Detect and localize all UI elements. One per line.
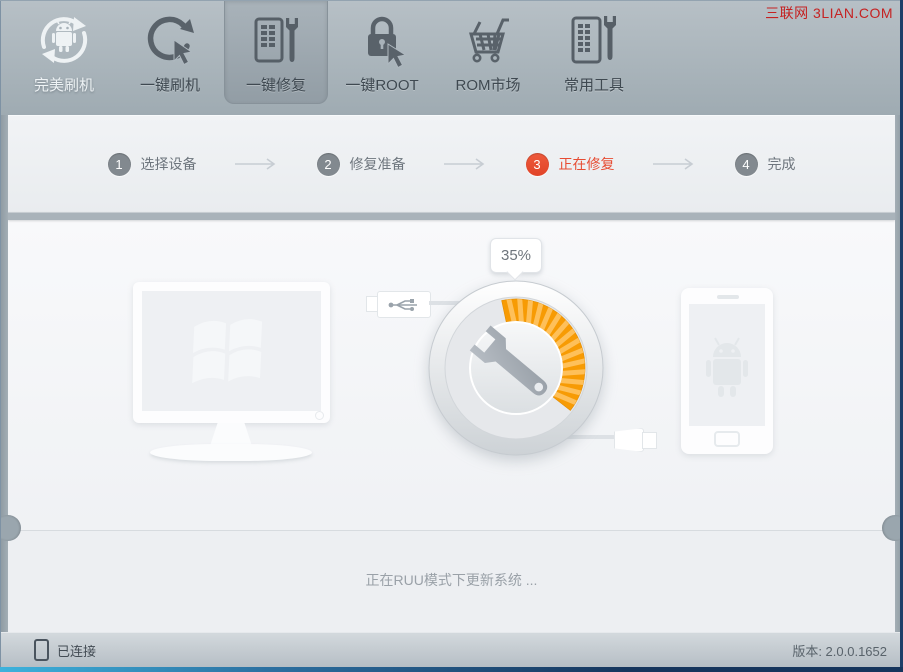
android-phone-illustration — [681, 288, 773, 454]
watermark: 三联网 3LIAN.COM — [765, 5, 893, 21]
section-separator — [8, 212, 895, 220]
phone-screen — [689, 304, 765, 426]
flash-refresh-cursor-icon — [147, 16, 194, 66]
step-select-device: 1 选择设备 — [107, 152, 197, 176]
main-content: 35% 正在RUU模式下更新系统 ... — [0, 220, 903, 633]
toolbar-item-label: 完美刷机 — [33, 77, 94, 94]
computer-monitor-illustration — [133, 282, 330, 423]
toolbar-item-label: 一键ROOT — [345, 77, 419, 94]
version-label: 版本: 2.0.0.1652 — [792, 643, 887, 659]
toolbar-item-one-key-flash[interactable]: 一键刷机 — [118, 0, 222, 115]
usb-trident-icon — [388, 298, 417, 311]
monitor-power-light — [315, 411, 324, 420]
window-left-border — [0, 115, 8, 667]
step-label: 完成 — [767, 156, 796, 172]
step-repair-prepare: 2 修复准备 — [316, 152, 406, 176]
step-number-badge: 4 — [734, 152, 758, 176]
monitor-stand — [210, 423, 252, 446]
step-number-badge: 2 — [316, 152, 340, 176]
toolbar-item-label: 一键修复 — [245, 77, 306, 94]
phone-wrench-repair-icon — [254, 17, 298, 63]
toolbar-item-rom-market[interactable]: ROM市场 — [436, 0, 540, 115]
connection-status-label: 已连接 — [57, 643, 97, 659]
monitor-screen — [142, 291, 321, 411]
toolbar-item-label: 常用工具 — [563, 77, 624, 94]
toolbar-item-home[interactable]: 完美刷机 — [12, 0, 116, 115]
micro-usb-plug-body — [614, 428, 644, 452]
shopping-cart-icon — [469, 18, 509, 63]
phone-wrench-tools-icon — [571, 16, 616, 64]
toolbar-item-label: ROM市场 — [455, 77, 521, 94]
status-bar: 已连接 版本: 2.0.0.1652 — [0, 632, 903, 667]
step-label: 修复准备 — [349, 156, 406, 172]
step-repairing: 3 正在修复 — [525, 152, 615, 176]
android-refresh-logo-icon — [40, 17, 88, 63]
step-arrow-icon — [234, 158, 275, 170]
step-number-badge: 3 — [525, 152, 549, 176]
status-message: 正在RUU模式下更新系统 ... — [365, 572, 538, 588]
toolbar-item-label: 一键刷机 — [139, 77, 200, 94]
phone-connected-icon — [34, 639, 49, 661]
window-frame-edge — [0, 667, 903, 672]
step-arrow-icon — [443, 158, 484, 170]
step-finish: 4 完成 — [734, 152, 796, 176]
progress-percent-label: 35% — [500, 247, 532, 264]
app-window: 完美刷机 一键刷机 一键修复 一键ROOT ROM市场 常用工具 三联网 3LI… — [0, 0, 903, 672]
progress-tooltip: 35% — [490, 238, 542, 273]
window-frame-edge — [0, 0, 903, 1]
phone-home-button — [714, 431, 740, 447]
step-label: 正在修复 — [558, 156, 615, 172]
monitor-base — [150, 444, 312, 461]
step-label: 选择设备 — [140, 156, 197, 172]
toolbar-item-one-key-repair[interactable]: 一键修复 — [224, 0, 328, 104]
repair-progress-dial — [426, 278, 606, 458]
micro-usb-plug-tip — [642, 432, 657, 449]
window-frame-edge — [0, 0, 1, 672]
windows-logo-icon — [192, 319, 263, 384]
step-indicator: 1 选择设备 2 修复准备 3 正在修复 4 完成 — [8, 115, 895, 212]
toolbar-item-one-key-root[interactable]: 一键ROOT — [330, 0, 434, 115]
android-robot-icon — [706, 337, 748, 397]
toolbar-item-common-tools[interactable]: 常用工具 — [542, 0, 646, 115]
phone-speaker — [717, 295, 739, 299]
lock-cursor-root-icon — [368, 16, 407, 68]
step-number-badge: 1 — [107, 152, 131, 176]
connection-status: 已连接 — [34, 639, 96, 661]
step-arrow-icon — [652, 158, 693, 170]
usb-plug-body — [377, 291, 431, 318]
